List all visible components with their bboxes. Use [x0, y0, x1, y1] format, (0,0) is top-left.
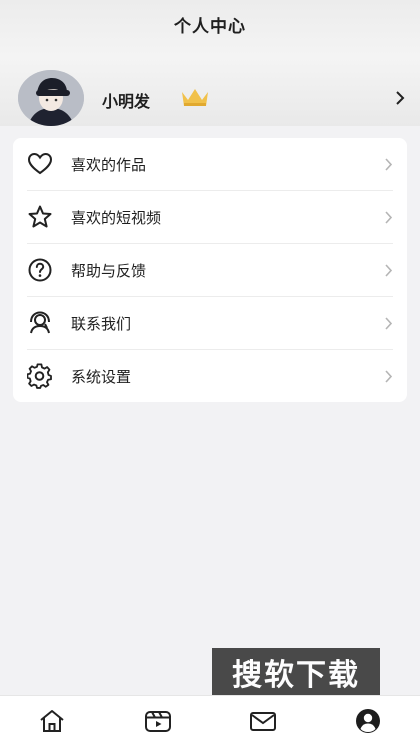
menu-item-help-feedback[interactable]: 帮助与反馈 [13, 244, 407, 297]
video-icon[interactable] [144, 708, 172, 734]
chevron-right-icon [385, 211, 393, 224]
bottom-tab-bar [0, 695, 420, 746]
crown-icon [182, 89, 208, 106]
page-title: 个人中心 [174, 17, 246, 37]
chevron-right-icon [385, 370, 393, 383]
mail-icon[interactable] [249, 708, 277, 734]
contact-icon [30, 311, 50, 334]
settings-icon [27, 363, 52, 389]
menu-item-contact-us[interactable]: 联系我们 [13, 297, 407, 350]
menu-item-settings[interactable]: 系统设置 [13, 350, 407, 403]
heart-icon [27, 152, 53, 175]
chevron-right-icon [385, 158, 393, 171]
menu-item-liked-works[interactable]: 喜欢的作品 [13, 138, 407, 191]
menu-item-label: 喜欢的作品 [71, 156, 147, 174]
menu-card: 喜欢的作品 喜欢的短视频 帮助与反馈 联系我们 系统设置 [13, 138, 407, 402]
star-icon [28, 205, 52, 228]
profile-icon[interactable] [354, 708, 382, 734]
menu-item-label: 喜欢的短视频 [71, 209, 162, 227]
chevron-right-icon [385, 264, 393, 277]
menu-item-liked-videos[interactable]: 喜欢的短视频 [13, 191, 407, 244]
menu-item-label: 帮助与反馈 [71, 262, 147, 280]
menu-item-label: 系统设置 [71, 368, 132, 386]
header: 个人中心 小明发 [0, 0, 420, 126]
avatar[interactable] [18, 70, 84, 126]
home-icon[interactable] [38, 708, 66, 734]
menu-item-label: 联系我们 [71, 315, 132, 333]
profile-row[interactable]: 小明发 [0, 68, 420, 128]
username: 小明发 [102, 92, 151, 111]
chevron-right-icon[interactable] [394, 90, 406, 106]
chevron-right-icon [385, 317, 393, 330]
help-icon [28, 258, 52, 282]
